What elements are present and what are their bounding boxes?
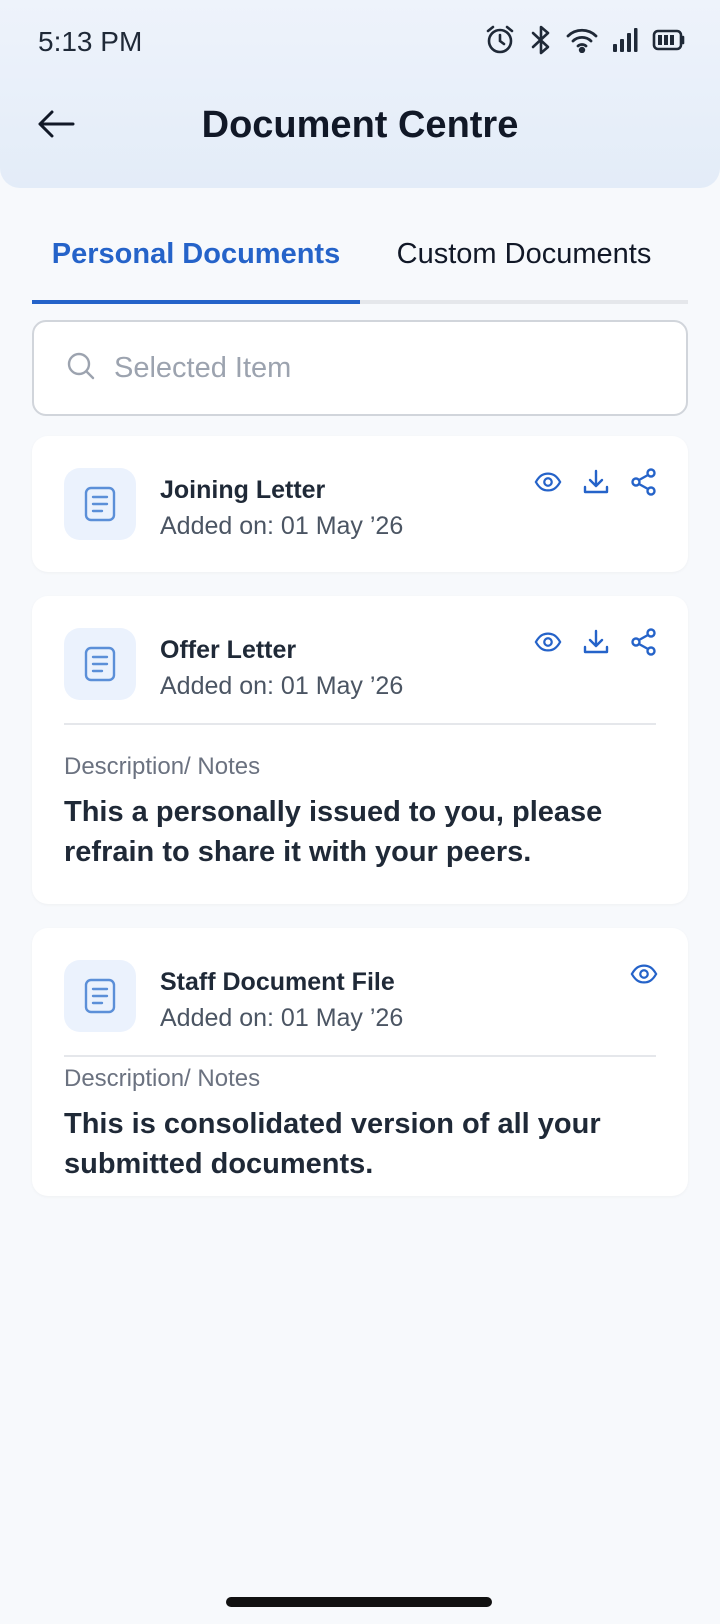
document-actions — [630, 960, 658, 988]
document-card[interactable]: Offer Letter Added on: 01 May ’26 Descri… — [32, 596, 688, 904]
document-date: Added on: 01 May ’26 — [160, 1004, 404, 1032]
bluetooth-icon — [530, 25, 552, 55]
search-icon — [66, 351, 96, 386]
document-icon — [64, 960, 136, 1032]
card-divider — [64, 723, 656, 725]
notes-text: This is consolidated version of all your… — [64, 1108, 601, 1180]
eye-icon[interactable] — [534, 468, 562, 496]
share-icon[interactable] — [630, 468, 658, 496]
tab-bar: Personal Documents Custom Documents — [32, 224, 688, 304]
eye-icon[interactable] — [630, 960, 658, 988]
notes-label: Description/ Notes — [64, 753, 261, 780]
document-title: Joining Letter — [160, 476, 326, 504]
eye-icon[interactable] — [534, 628, 562, 656]
wifi-icon — [566, 27, 598, 53]
document-icon — [64, 468, 136, 540]
document-date: Added on: 01 May ’26 — [160, 672, 404, 700]
search-box[interactable] — [32, 320, 688, 416]
download-icon[interactable] — [582, 468, 610, 496]
search-input[interactable] — [112, 350, 616, 386]
card-divider — [64, 1055, 656, 1057]
home-indicator[interactable] — [226, 1597, 492, 1607]
tab-custom-documents[interactable]: Custom Documents — [360, 224, 688, 300]
document-card[interactable]: Staff Document File Added on: 01 May ’26… — [32, 928, 688, 1196]
share-icon[interactable] — [630, 628, 658, 656]
signal-icon — [612, 27, 638, 53]
document-card[interactable]: Joining Letter Added on: 01 May ’26 — [32, 436, 688, 572]
document-date: Added on: 01 May ’26 — [160, 512, 404, 540]
document-title: Staff Document File — [160, 968, 395, 996]
notes-label: Description/ Notes — [64, 1065, 261, 1092]
page-title: Document Centre — [201, 104, 519, 146]
status-icons — [484, 22, 686, 58]
document-icon — [64, 628, 136, 700]
tab-personal-documents[interactable]: Personal Documents — [32, 224, 360, 304]
document-title: Offer Letter — [160, 636, 297, 664]
app-header: 5:13 PM Document Centre — [0, 0, 720, 188]
document-actions — [534, 468, 658, 496]
notes-text: This a personally issued to you, please … — [64, 796, 603, 868]
document-actions — [534, 628, 658, 656]
alarm-icon — [484, 24, 516, 56]
download-icon[interactable] — [582, 628, 610, 656]
status-time: 5:13 PM — [38, 26, 143, 57]
battery-icon — [652, 28, 686, 52]
